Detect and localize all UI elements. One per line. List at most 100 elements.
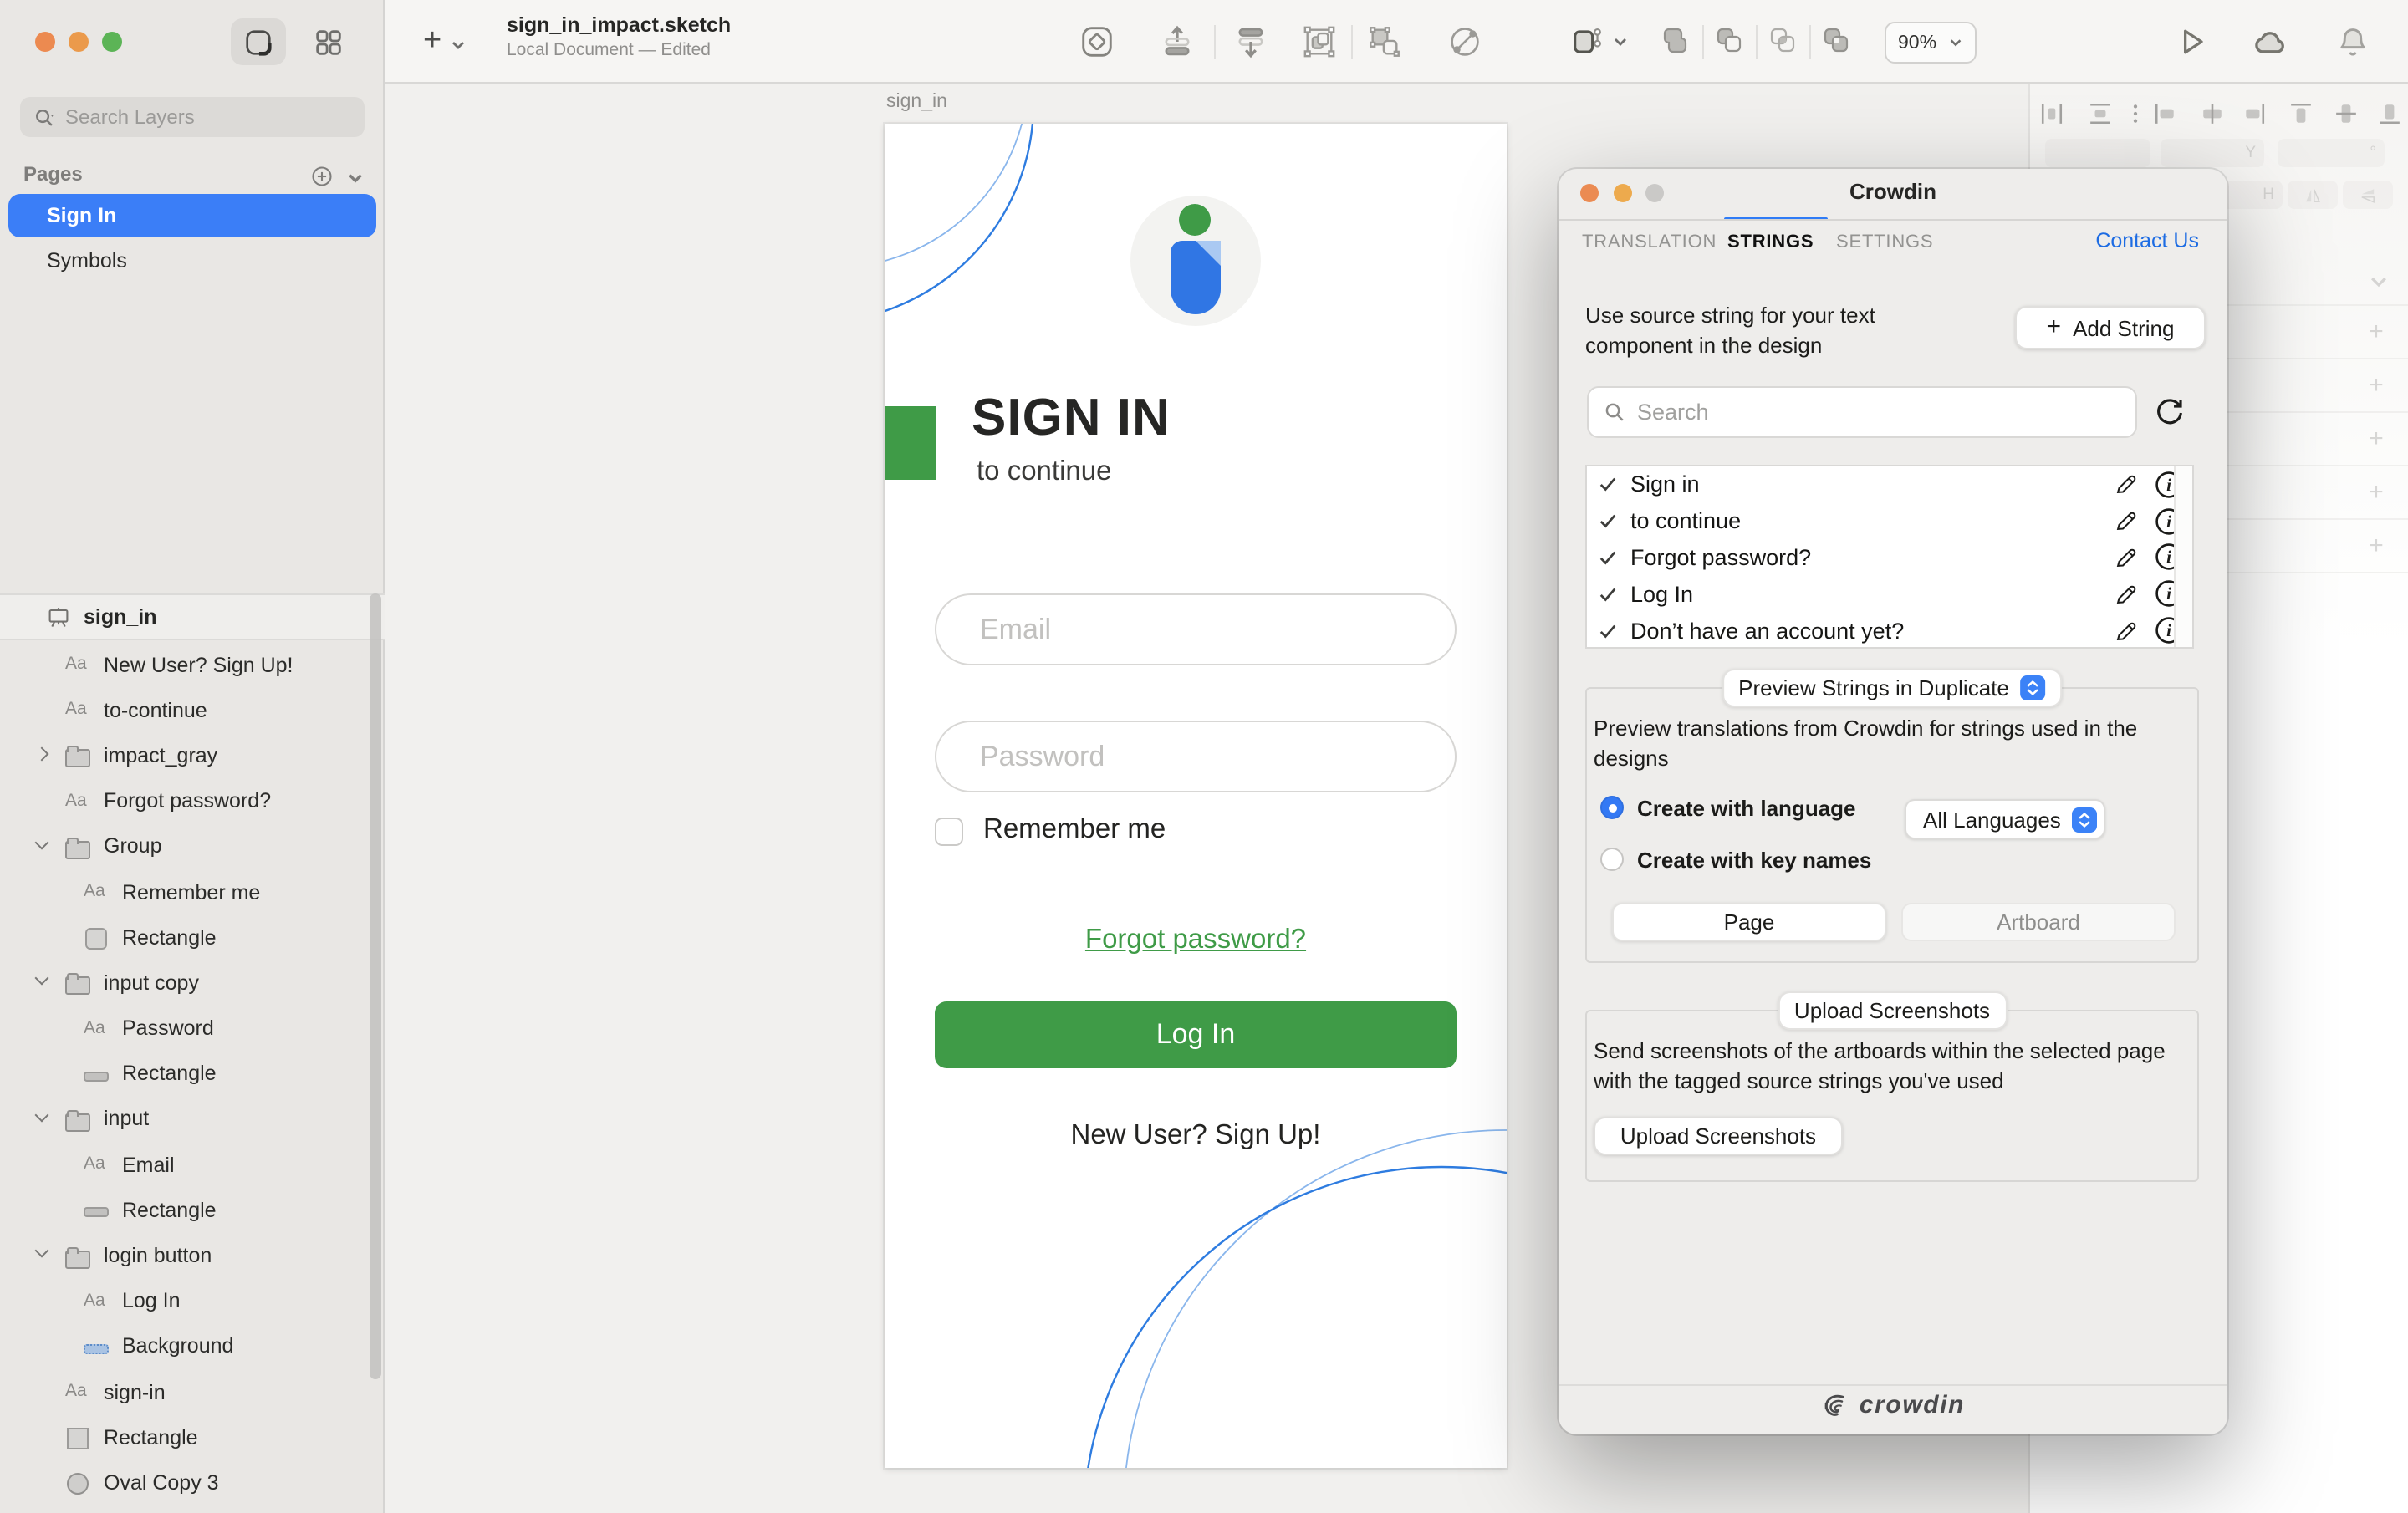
layer-row[interactable]: Rectangle xyxy=(0,1051,385,1096)
artboard-button[interactable]: Artboard xyxy=(1901,903,2176,941)
create-with-key-names-radio[interactable] xyxy=(1600,848,1624,871)
sidebar-scrollbar[interactable] xyxy=(370,593,381,1379)
string-row[interactable]: to continue i xyxy=(1587,503,2192,540)
layer-chevron-icon[interactable] xyxy=(37,841,47,848)
ungroup-button[interactable] xyxy=(1366,23,1403,60)
sidebar-page-symbols[interactable]: Symbols xyxy=(8,241,376,281)
layer-row[interactable]: Password xyxy=(0,1006,385,1051)
upload-screenshots-button[interactable]: Upload Screenshots xyxy=(1594,1117,1843,1155)
string-search-input[interactable]: Search xyxy=(1587,386,2137,438)
notifications-button[interactable] xyxy=(2334,23,2372,62)
forgot-password-link[interactable]: Forgot password? xyxy=(885,925,1507,956)
move-backward-button[interactable] xyxy=(1232,23,1269,60)
rotation-field[interactable]: ° xyxy=(2278,139,2385,167)
add-string-button[interactable]: + Add String xyxy=(2015,306,2206,349)
canvas-view-toggle[interactable] xyxy=(231,18,286,65)
layer-row[interactable]: sign-in xyxy=(0,1369,385,1414)
layer-row[interactable]: New User? Sign Up! xyxy=(0,642,385,687)
layer-row[interactable]: Rectangle xyxy=(0,1188,385,1233)
layer-row[interactable]: Forgot password? xyxy=(0,778,385,823)
add-shadow-button[interactable]: + xyxy=(2365,478,2388,507)
section-collapse-chevron[interactable] xyxy=(2368,271,2390,293)
boolean-subtract-button[interactable] xyxy=(1712,23,1746,57)
sidebar-page-sign-in[interactable]: Sign In xyxy=(8,194,376,237)
tab-settings[interactable]: SETTINGS xyxy=(1836,232,1933,252)
add-fill-button[interactable]: + xyxy=(2365,371,2388,400)
align-middle-vertical-icon[interactable] xyxy=(2334,102,2358,134)
layer-row[interactable]: input copy xyxy=(0,960,385,1006)
search-layers-input[interactable]: Search Layers xyxy=(20,97,365,137)
flip-horizontal-button[interactable] xyxy=(2288,181,2338,209)
align-top-icon[interactable] xyxy=(2289,102,2313,134)
artboard-list-item[interactable]: sign_in xyxy=(0,593,385,640)
close-window-button[interactable] xyxy=(35,32,55,52)
layer-row[interactable]: Remember me xyxy=(0,869,385,914)
cloud-sync-button[interactable] xyxy=(2249,23,2289,64)
layer-row[interactable]: login button xyxy=(0,1233,385,1278)
align-left-icon[interactable] xyxy=(2154,102,2177,134)
add-page-button[interactable] xyxy=(309,164,334,197)
resize-button[interactable] xyxy=(1569,23,1629,60)
collapse-pages-button[interactable] xyxy=(346,169,365,187)
distribute-horizontally-icon[interactable] xyxy=(2040,102,2064,134)
layer-chevron-icon[interactable] xyxy=(37,977,47,984)
grid-view-toggle[interactable] xyxy=(301,18,356,65)
log-in-button[interactable]: Log In xyxy=(935,1001,1457,1068)
align-center-horizontal-icon[interactable] xyxy=(2201,102,2224,134)
sign-in-artboard[interactable]: SIGN IN to continue Remember me Forgot p… xyxy=(885,124,1507,1468)
layer-row[interactable]: Rectangle xyxy=(0,1414,385,1460)
preview-play-button[interactable] xyxy=(2174,23,2211,60)
layer-row[interactable]: Rectangle xyxy=(0,914,385,960)
flip-vertical-button[interactable] xyxy=(2343,181,2393,209)
edit-string-button[interactable] xyxy=(2110,543,2140,573)
page-button[interactable]: Page xyxy=(1612,903,1886,941)
password-field[interactable] xyxy=(935,721,1457,792)
boolean-union-button[interactable] xyxy=(1659,23,1692,57)
tab-translation[interactable]: TRANSLATION xyxy=(1582,232,1717,252)
move-forward-button[interactable] xyxy=(1159,23,1196,60)
sign-up-link[interactable]: New User? Sign Up! xyxy=(885,1120,1507,1152)
distribute-vertically-icon[interactable] xyxy=(2089,102,2112,134)
create-with-language-radio[interactable] xyxy=(1600,796,1624,819)
edit-shape-button[interactable] xyxy=(1446,23,1483,60)
language-dropdown[interactable]: All Languages xyxy=(1905,799,2105,839)
edit-string-button[interactable] xyxy=(2110,579,2140,609)
insert-button[interactable]: + xyxy=(423,18,490,65)
insert-symbol-button[interactable] xyxy=(1079,23,1115,60)
string-row[interactable]: Log In i xyxy=(1587,576,2192,613)
email-field[interactable] xyxy=(935,593,1457,665)
string-row[interactable]: Forgot password? i xyxy=(1587,539,2192,576)
layer-chevron-icon[interactable] xyxy=(37,1113,47,1120)
minimize-window-button[interactable] xyxy=(69,32,89,52)
layer-chevron-icon[interactable] xyxy=(37,1250,47,1256)
layer-chevron-icon[interactable] xyxy=(37,750,47,760)
edit-string-button[interactable] xyxy=(2110,615,2140,645)
preview-strings-dropdown[interactable]: Preview Strings in Duplicate xyxy=(1722,669,2063,707)
fullscreen-window-button[interactable] xyxy=(102,32,122,52)
remember-me-checkbox[interactable] xyxy=(935,818,963,846)
add-blur-button[interactable]: + xyxy=(2365,532,2388,560)
layer-row[interactable]: Background xyxy=(0,1324,385,1369)
edit-string-button[interactable] xyxy=(2110,470,2140,500)
align-right-icon[interactable] xyxy=(2242,102,2266,134)
layer-row[interactable]: impact_gray xyxy=(0,733,385,778)
string-row[interactable]: Sign in i xyxy=(1587,466,2192,503)
add-style-button[interactable]: + xyxy=(2365,318,2388,346)
layer-row[interactable]: Group xyxy=(0,824,385,869)
layer-row[interactable]: Oval Copy 3 xyxy=(0,1460,385,1505)
string-row[interactable]: Don’t have an account yet? i xyxy=(1587,612,2192,649)
y-position-field[interactable]: Y xyxy=(2161,139,2264,167)
tab-strings[interactable]: STRINGS xyxy=(1727,232,1814,252)
layer-row[interactable]: Email xyxy=(0,1142,385,1187)
layer-row[interactable]: to-continue xyxy=(0,687,385,732)
layer-row[interactable]: input xyxy=(0,1097,385,1142)
list-scrollbar-lane[interactable] xyxy=(2174,466,2192,647)
refresh-strings-button[interactable] xyxy=(2152,395,2187,438)
align-bottom-icon[interactable] xyxy=(2378,102,2401,134)
zoom-dropdown[interactable]: 90% xyxy=(1885,22,1977,64)
contact-us-link[interactable]: Contact Us xyxy=(2095,229,2199,252)
boolean-difference-button[interactable] xyxy=(1819,23,1853,57)
artboard-canvas-label[interactable]: sign_in xyxy=(886,92,947,112)
boolean-intersect-button[interactable] xyxy=(1766,23,1799,57)
add-border-button[interactable]: + xyxy=(2365,425,2388,453)
